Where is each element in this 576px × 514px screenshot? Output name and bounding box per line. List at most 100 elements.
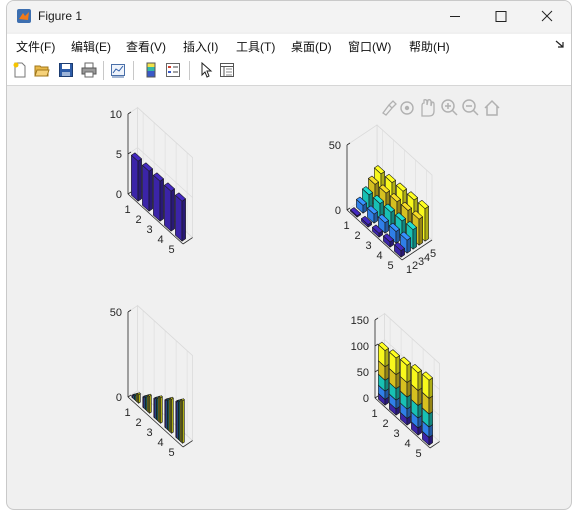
x-tick-label: 4: [157, 437, 163, 449]
bar: [153, 172, 164, 222]
bar-side-face: [412, 227, 417, 250]
x-tick-label: 4: [376, 250, 382, 262]
x-tick-label: 2: [135, 417, 141, 429]
bar-side-face: [182, 399, 185, 444]
bar3-axes-3: 0 50 12345: [110, 304, 193, 459]
x-tick-label: 5: [415, 448, 421, 460]
bar-front-face: [153, 174, 161, 222]
x-tick-label: 3: [365, 240, 371, 252]
x-tick-label: 4: [404, 438, 410, 450]
bar: [175, 192, 186, 242]
x-tick-label: 5: [168, 244, 174, 256]
bar-side-face: [395, 355, 400, 375]
bar-side-face: [428, 395, 433, 415]
menu-bar: 文件(F) 编辑(E) 查看(V) 插入(I) 工具(T) 桌面(D) 窗口(W…: [7, 34, 571, 56]
side-wall: [127, 304, 138, 398]
bar-front-face: [164, 184, 172, 232]
print-icon[interactable]: [81, 62, 97, 78]
bar-side-face: [149, 394, 152, 414]
colorbar-icon[interactable]: [143, 62, 159, 78]
z-tick-label: 50: [329, 140, 341, 152]
menu-window[interactable]: 窗口(W): [348, 38, 391, 55]
z-tick-label: 50: [110, 307, 122, 319]
x-tick-label: 4: [157, 234, 163, 246]
menu-tools[interactable]: 工具(T): [236, 38, 275, 55]
menu-insert[interactable]: 插入(I): [183, 38, 218, 55]
bar: [159, 395, 163, 424]
figure-canvas: 05101234505012345 1 2 3 4 5050123450501001501…: [110, 106, 440, 460]
z-tick-label: 150: [351, 315, 369, 327]
z-tick-label: 0: [116, 392, 122, 404]
window-title: Figure 1: [38, 9, 83, 23]
bar-side-face: [170, 188, 175, 232]
bar-side-face: [384, 347, 389, 368]
bar-side-face: [406, 362, 411, 383]
menu-edit[interactable]: 编辑(E): [71, 38, 111, 55]
bar-side-face: [424, 206, 429, 242]
z-tick-label: 100: [351, 341, 369, 353]
menu-view[interactable]: 查看(V): [126, 38, 166, 55]
bar-side-face: [417, 370, 422, 391]
bar: [181, 398, 185, 444]
bar: [137, 392, 141, 404]
link-plot-icon[interactable]: [110, 62, 126, 78]
open-icon[interactable]: [34, 62, 50, 78]
close-button[interactable]: [524, 1, 570, 32]
x-tick-label: 1: [343, 220, 349, 232]
bar: [142, 162, 153, 212]
x-tick-label: 5: [387, 260, 393, 272]
save-icon[interactable]: [58, 62, 74, 78]
x-tick-label: 2: [382, 418, 388, 430]
menu-dock-arrow-icon[interactable]: [555, 39, 565, 49]
x-tick-label: 5: [168, 447, 174, 459]
matlab-logo-icon: [17, 9, 31, 23]
z-tick-label: 0: [335, 205, 341, 217]
edit-plot-icon[interactable]: [198, 62, 214, 78]
z-tick-label: 5: [116, 149, 122, 161]
bar: [170, 396, 174, 434]
x-tick-label: 3: [146, 427, 152, 439]
toolbar-separator: [103, 61, 104, 80]
bar-front-face: [175, 194, 183, 242]
x-tick-label: 1: [371, 408, 377, 420]
menu-file[interactable]: 文件(F): [16, 38, 55, 55]
z-tick-label: 0: [116, 189, 122, 201]
bar-side-face: [428, 377, 433, 399]
new-figure-icon[interactable]: [12, 62, 28, 78]
property-inspector-icon[interactable]: [219, 62, 235, 78]
bar3-axes-1: 051012345: [110, 106, 193, 256]
figure-toolbar: [7, 56, 571, 86]
bar-side-face: [171, 397, 174, 434]
bar: [164, 182, 175, 232]
x-tick-label: 1: [124, 204, 130, 216]
bar-side-face: [395, 371, 400, 389]
maximize-button[interactable]: [478, 1, 524, 32]
bar-front-face: [131, 154, 139, 202]
bar-side-face: [417, 387, 422, 406]
menu-help[interactable]: 帮助(H): [409, 38, 450, 55]
bar-front-face: [142, 164, 150, 212]
bar-side-face: [181, 198, 186, 242]
z-tick-label: 10: [110, 109, 122, 121]
bar3-axes-4: 0 50 100 150 12345: [351, 312, 440, 460]
z-tick-label: 0: [363, 393, 369, 405]
menu-desktop[interactable]: 桌面(D): [291, 38, 332, 55]
z-tick-label: 50: [357, 367, 369, 379]
bar3-axes-2: 05012345 1 2 3 4 5: [329, 124, 436, 276]
figure-window: Figure 1 文件(F) 编辑(E) 查看(V) 插入(I) 工具(T) 桌…: [6, 0, 572, 510]
bar-side-face: [160, 396, 163, 424]
title-bar: Figure 1: [7, 1, 571, 32]
bar-side-face: [148, 168, 153, 212]
toolbar-separator: [189, 61, 190, 80]
minimize-button[interactable]: [432, 1, 478, 32]
x-tick-label: 3: [146, 224, 152, 236]
bar-side-face: [138, 393, 141, 404]
x-tick-label: 3: [393, 428, 399, 440]
toolbar-separator: [133, 61, 134, 80]
bar: [148, 393, 152, 414]
bar: [131, 152, 142, 202]
legend-icon[interactable]: [165, 62, 181, 78]
x-tick-label: 2: [135, 214, 141, 226]
bar-side-face: [406, 379, 411, 398]
x-tick-label: 1: [124, 407, 130, 419]
